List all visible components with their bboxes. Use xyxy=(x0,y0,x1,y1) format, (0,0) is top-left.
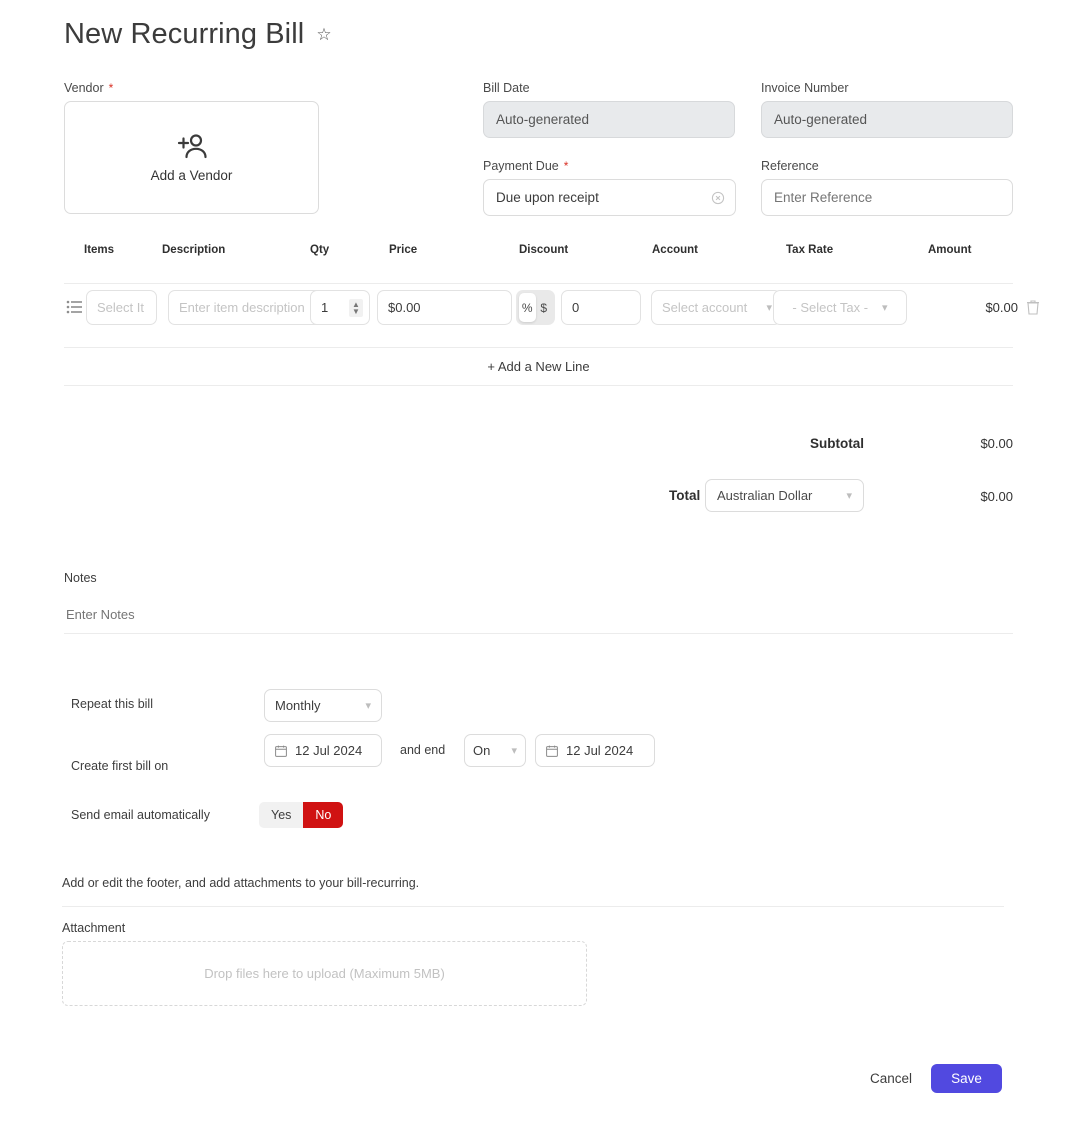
column-header-price: Price xyxy=(389,244,417,256)
quantity-value: 1 xyxy=(321,300,328,315)
end-date-picker[interactable]: 12 Jul 2024 xyxy=(535,734,655,767)
trash-icon[interactable] xyxy=(1026,299,1040,315)
recurring-bill-page: New Recurring Bill ☆ Vendor * Add a Vend… xyxy=(0,0,1080,1126)
payment-due-input[interactable]: Due upon receipt xyxy=(483,179,736,216)
tax-rate-select[interactable]: - Select Tax - ▾ xyxy=(773,290,907,325)
column-header-discount: Discount xyxy=(519,244,568,256)
total-value: $0.00 xyxy=(953,489,1013,504)
currency-select[interactable]: Australian Dollar ▾ xyxy=(705,479,864,512)
bill-date-input: Auto-generated xyxy=(483,101,735,138)
calendar-icon xyxy=(275,745,287,757)
add-vendor-label: Add a Vendor xyxy=(151,168,233,183)
notes-input[interactable] xyxy=(64,596,1013,634)
clear-circle-icon[interactable] xyxy=(711,191,725,205)
chevron-down-icon: ▾ xyxy=(846,489,852,502)
quantity-stepper[interactable]: 1 ▲▼ xyxy=(310,290,370,325)
chevron-down-icon: ▾ xyxy=(766,301,772,314)
discount-mode-toggle[interactable]: % $ xyxy=(516,290,555,325)
save-button[interactable]: Save xyxy=(931,1064,1002,1093)
create-first-bill-label: Create first bill on xyxy=(71,759,168,773)
discount-mode-percent[interactable]: % xyxy=(519,293,536,322)
footer-note: Add or edit the footer, and add attachme… xyxy=(62,876,419,890)
bill-date-label: Bill Date xyxy=(483,81,735,95)
total-label: Total xyxy=(669,488,700,503)
send-email-label: Send email automatically xyxy=(71,808,210,822)
attachment-label: Attachment xyxy=(62,921,125,935)
end-mode-select[interactable]: On ▾ xyxy=(464,734,526,767)
payment-due-input-wrap: Due upon receipt xyxy=(483,179,736,216)
payment-due-label: Payment Due xyxy=(483,159,559,173)
page-header: New Recurring Bill ☆ xyxy=(64,18,332,51)
vendor-label-row: Vendor * xyxy=(64,81,319,95)
discount-mode-amount[interactable]: $ xyxy=(536,293,553,322)
bill-date-field-group: Bill Date Auto-generated xyxy=(483,81,735,138)
chevron-down-icon: ▾ xyxy=(511,744,517,757)
column-header-amount: Amount xyxy=(928,244,971,256)
send-email-yes-option[interactable]: Yes xyxy=(259,802,303,828)
payment-due-label-row: Payment Due * xyxy=(483,159,736,173)
repeat-frequency-value: Monthly xyxy=(275,698,321,713)
subtotal-label: Subtotal xyxy=(810,436,864,451)
table-divider-bottom xyxy=(64,385,1013,386)
column-header-tax-rate: Tax Rate xyxy=(786,244,833,256)
vendor-label: Vendor xyxy=(64,81,104,95)
account-select-placeholder: Select account xyxy=(662,300,747,315)
item-select-placeholder: Select It xyxy=(97,300,144,315)
vendor-required-marker: * xyxy=(109,81,114,95)
notes-label: Notes xyxy=(64,571,97,585)
first-bill-date-picker[interactable]: 12 Jul 2024 xyxy=(264,734,382,767)
payment-due-required-marker: * xyxy=(564,159,569,173)
send-email-toggle[interactable]: Yes No xyxy=(259,802,343,828)
tax-rate-placeholder: - Select Tax - xyxy=(792,300,868,315)
column-header-items: Items xyxy=(84,244,114,256)
quantity-spinner-icon[interactable]: ▲▼ xyxy=(349,299,363,317)
column-header-description: Description xyxy=(162,244,225,256)
add-vendor-button[interactable]: Add a Vendor xyxy=(64,101,319,214)
reference-label: Reference xyxy=(761,159,1013,173)
chevron-down-icon: ▾ xyxy=(882,301,888,314)
vendor-field-group: Vendor * Add a Vendor xyxy=(64,81,319,214)
end-mode-value: On xyxy=(473,743,490,758)
attachment-dropzone[interactable]: Drop files here to upload (Maximum 5MB) xyxy=(62,941,587,1006)
footer-divider xyxy=(62,906,1004,907)
chevron-down-icon: ▾ xyxy=(365,699,371,712)
table-divider-top xyxy=(64,283,1013,284)
add-new-line-button[interactable]: + Add a New Line xyxy=(64,347,1013,385)
line-amount: $0.00 xyxy=(952,290,1018,325)
price-input[interactable]: $0.00 xyxy=(377,290,512,325)
table-row: Select It Enter item description 1 ▲▼ $0… xyxy=(64,290,1013,326)
subtotal-value: $0.00 xyxy=(953,436,1013,451)
column-header-account: Account xyxy=(652,244,698,256)
cancel-button[interactable]: Cancel xyxy=(864,1070,918,1087)
invoice-number-input: Auto-generated xyxy=(761,101,1013,138)
description-placeholder: Enter item description xyxy=(179,300,305,315)
discount-value-input[interactable]: 0 xyxy=(561,290,641,325)
invoice-number-label: Invoice Number xyxy=(761,81,1013,95)
account-select[interactable]: Select account ▾ xyxy=(651,290,781,325)
repeat-frequency-select[interactable]: Monthly ▾ xyxy=(264,689,382,722)
first-bill-date-value: 12 Jul 2024 xyxy=(295,743,362,758)
page-title: New Recurring Bill xyxy=(64,18,304,51)
calendar-icon xyxy=(546,745,558,757)
currency-value: Australian Dollar xyxy=(717,488,812,503)
item-select[interactable]: Select It xyxy=(86,290,157,325)
repeat-bill-label: Repeat this bill xyxy=(71,697,153,711)
add-person-icon xyxy=(177,133,207,159)
reference-input[interactable] xyxy=(761,179,1013,216)
payment-due-field-group: Payment Due * Due upon receipt xyxy=(483,159,736,216)
reference-field-group: Reference xyxy=(761,159,1013,216)
end-date-value: 12 Jul 2024 xyxy=(566,743,633,758)
drag-list-icon[interactable] xyxy=(66,298,84,316)
column-header-qty: Qty xyxy=(310,244,329,256)
line-items-header: Items Description Qty Price Discount Acc… xyxy=(64,244,1013,268)
and-end-label: and end xyxy=(400,743,445,757)
send-email-no-option[interactable]: No xyxy=(303,802,343,828)
invoice-number-field-group: Invoice Number Auto-generated xyxy=(761,81,1013,138)
attachment-dropzone-text: Drop files here to upload (Maximum 5MB) xyxy=(204,966,445,981)
star-outline-icon[interactable]: ☆ xyxy=(316,26,331,43)
